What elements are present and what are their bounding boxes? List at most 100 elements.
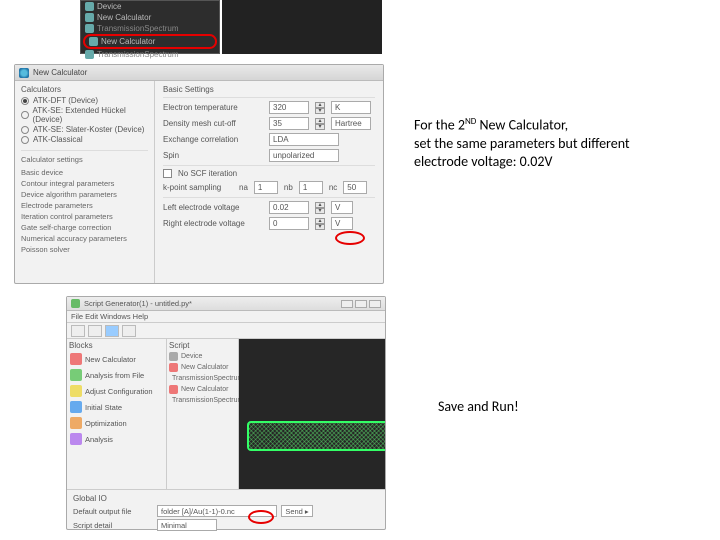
- settings-item[interactable]: Device algorithm parameters: [21, 189, 148, 200]
- section-heading: Global IO: [73, 494, 379, 503]
- unit-select[interactable]: V: [331, 217, 353, 230]
- cube-icon: [85, 2, 94, 11]
- section-heading: Calculator settings: [21, 154, 148, 165]
- new-button[interactable]: [71, 325, 85, 337]
- block-icon: [70, 385, 82, 397]
- section-heading: Calculators: [21, 85, 148, 94]
- spinner[interactable]: ▴▾: [315, 102, 325, 114]
- script-item[interactable]: TransmissionSpectrum: [169, 396, 236, 405]
- right-voltage-input[interactable]: 0: [269, 217, 309, 230]
- tree-item[interactable]: New Calculator: [81, 12, 219, 23]
- field-label: Left electrode voltage: [163, 203, 263, 212]
- tree-label: New Calculator: [97, 13, 151, 22]
- field-label: Spin: [163, 151, 263, 160]
- window-titlebar[interactable]: Script Generator(1) - untitled.py*: [67, 297, 385, 311]
- save-button[interactable]: [105, 325, 119, 337]
- tree-label: New Calculator: [101, 37, 155, 46]
- settings-item[interactable]: Contour integral parameters: [21, 178, 148, 189]
- script-item[interactable]: New Calculator: [169, 363, 236, 372]
- calc-icon: [169, 363, 178, 372]
- script-item[interactable]: TransmissionSpectrum: [169, 374, 236, 383]
- calc-icon: [85, 13, 94, 22]
- nanotube-structure: [247, 421, 385, 451]
- script-detail-select[interactable]: Minimal: [157, 519, 217, 531]
- calculator-dialog: New Calculator Calculators ATK-DFT (Devi…: [14, 64, 384, 284]
- cube-icon: [169, 352, 178, 361]
- radio-icon: [21, 97, 29, 105]
- unit-select[interactable]: V: [331, 201, 353, 214]
- spinner[interactable]: ▴▾: [315, 202, 325, 214]
- annotation-circle-icon: [248, 510, 274, 524]
- window-controls[interactable]: [341, 300, 381, 308]
- field-label: Script detail: [73, 521, 153, 530]
- field-label: Electron temperature: [163, 103, 263, 112]
- settings-item[interactable]: Electrode parameters: [21, 200, 148, 211]
- settings-item[interactable]: Numerical accuracy parameters: [21, 233, 148, 244]
- radio-atk-dft[interactable]: ATK-DFT (Device): [21, 96, 148, 105]
- field-label: k-point sampling: [163, 183, 233, 192]
- spectrum-icon: [85, 50, 94, 59]
- annotation-circle-icon: [335, 231, 365, 245]
- settings-item[interactable]: Poisson solver: [21, 244, 148, 255]
- field-label: Right electrode voltage: [163, 219, 263, 228]
- calculator-left-panel: Calculators ATK-DFT (Device) ATK-SE: Ext…: [15, 81, 155, 283]
- kpoint-nb[interactable]: 1: [299, 181, 323, 194]
- menu-bar[interactable]: File Edit Windows Help: [67, 311, 385, 323]
- settings-item[interactable]: Iteration control parameters: [21, 211, 148, 222]
- block-icon: [70, 433, 82, 445]
- export-button[interactable]: [122, 325, 136, 337]
- tree-item[interactable]: TransmissionSpectrum: [81, 23, 219, 34]
- kpoint-nc[interactable]: 50: [343, 181, 367, 194]
- send-button[interactable]: Send ▸: [281, 505, 313, 517]
- settings-tree: Calculator settings Basic device Contour…: [21, 150, 148, 255]
- global-io-panel: Global IO Default output file folder [A]…: [67, 489, 385, 537]
- mesh-cutoff-input[interactable]: 35: [269, 117, 309, 130]
- radio-slater[interactable]: ATK-SE: Slater-Koster (Device): [21, 125, 148, 134]
- tree-label: TransmissionSpectrum: [97, 24, 179, 33]
- block-initial-state[interactable]: Initial State: [69, 400, 164, 414]
- tree-item-highlighted[interactable]: New Calculator: [83, 34, 217, 49]
- tree-label: TransmissionSpectrum: [97, 50, 179, 59]
- script-item[interactable]: Device: [169, 352, 236, 361]
- block-optimization[interactable]: Optimization: [69, 416, 164, 430]
- field-label: Exchange correlation: [163, 135, 263, 144]
- open-button[interactable]: [88, 325, 102, 337]
- tree-item[interactable]: TransmissionSpectrum: [81, 49, 219, 60]
- annotation-text: For the 2ND New Calculator, set the same…: [414, 116, 714, 171]
- xc-select[interactable]: LDA: [269, 133, 339, 146]
- settings-item[interactable]: Gate self-charge correction: [21, 222, 148, 233]
- calc-icon: [89, 37, 98, 46]
- spinner[interactable]: ▴▾: [315, 218, 325, 230]
- structure-preview[interactable]: [239, 339, 385, 489]
- unit-select[interactable]: K: [331, 101, 371, 114]
- preview-strip: [222, 0, 382, 54]
- no-scf-checkbox[interactable]: [163, 169, 172, 178]
- block-analysis[interactable]: Analysis: [69, 432, 164, 446]
- tree-item[interactable]: Device: [81, 1, 219, 12]
- dialog-titlebar[interactable]: New Calculator: [15, 65, 383, 81]
- electron-temp-input[interactable]: 320: [269, 101, 309, 114]
- spinner[interactable]: ▴▾: [315, 118, 325, 130]
- app-icon: [71, 299, 80, 308]
- basic-settings-panel: Basic Settings Electron temperature 320 …: [155, 81, 383, 283]
- block-adjust-config[interactable]: Adjust Configuration: [69, 384, 164, 398]
- radio-icon: [21, 111, 29, 119]
- tree-label: Device: [97, 2, 121, 11]
- dialog-title: New Calculator: [33, 68, 87, 77]
- radio-classical[interactable]: ATK-Classical: [21, 135, 148, 144]
- spin-select[interactable]: unpolarized: [269, 149, 339, 162]
- radio-huckel[interactable]: ATK-SE: Extended Hückel (Device): [21, 106, 148, 124]
- settings-item[interactable]: Basic device: [21, 167, 148, 178]
- script-item[interactable]: New Calculator: [169, 385, 236, 394]
- panel-heading: Basic Settings: [163, 85, 375, 94]
- toolbar: [67, 323, 385, 339]
- block-new-calculator[interactable]: New Calculator: [69, 352, 164, 366]
- builder-tree: Device New Calculator TransmissionSpectr…: [80, 0, 220, 54]
- checkbox-label: No SCF iteration: [178, 169, 237, 178]
- left-voltage-input[interactable]: 0.02: [269, 201, 309, 214]
- block-icon: [70, 401, 82, 413]
- block-analysis-from-file[interactable]: Analysis from File: [69, 368, 164, 382]
- window-title: Script Generator(1) - untitled.py*: [84, 299, 192, 308]
- unit-select[interactable]: Hartree: [331, 117, 371, 130]
- kpoint-na[interactable]: 1: [254, 181, 278, 194]
